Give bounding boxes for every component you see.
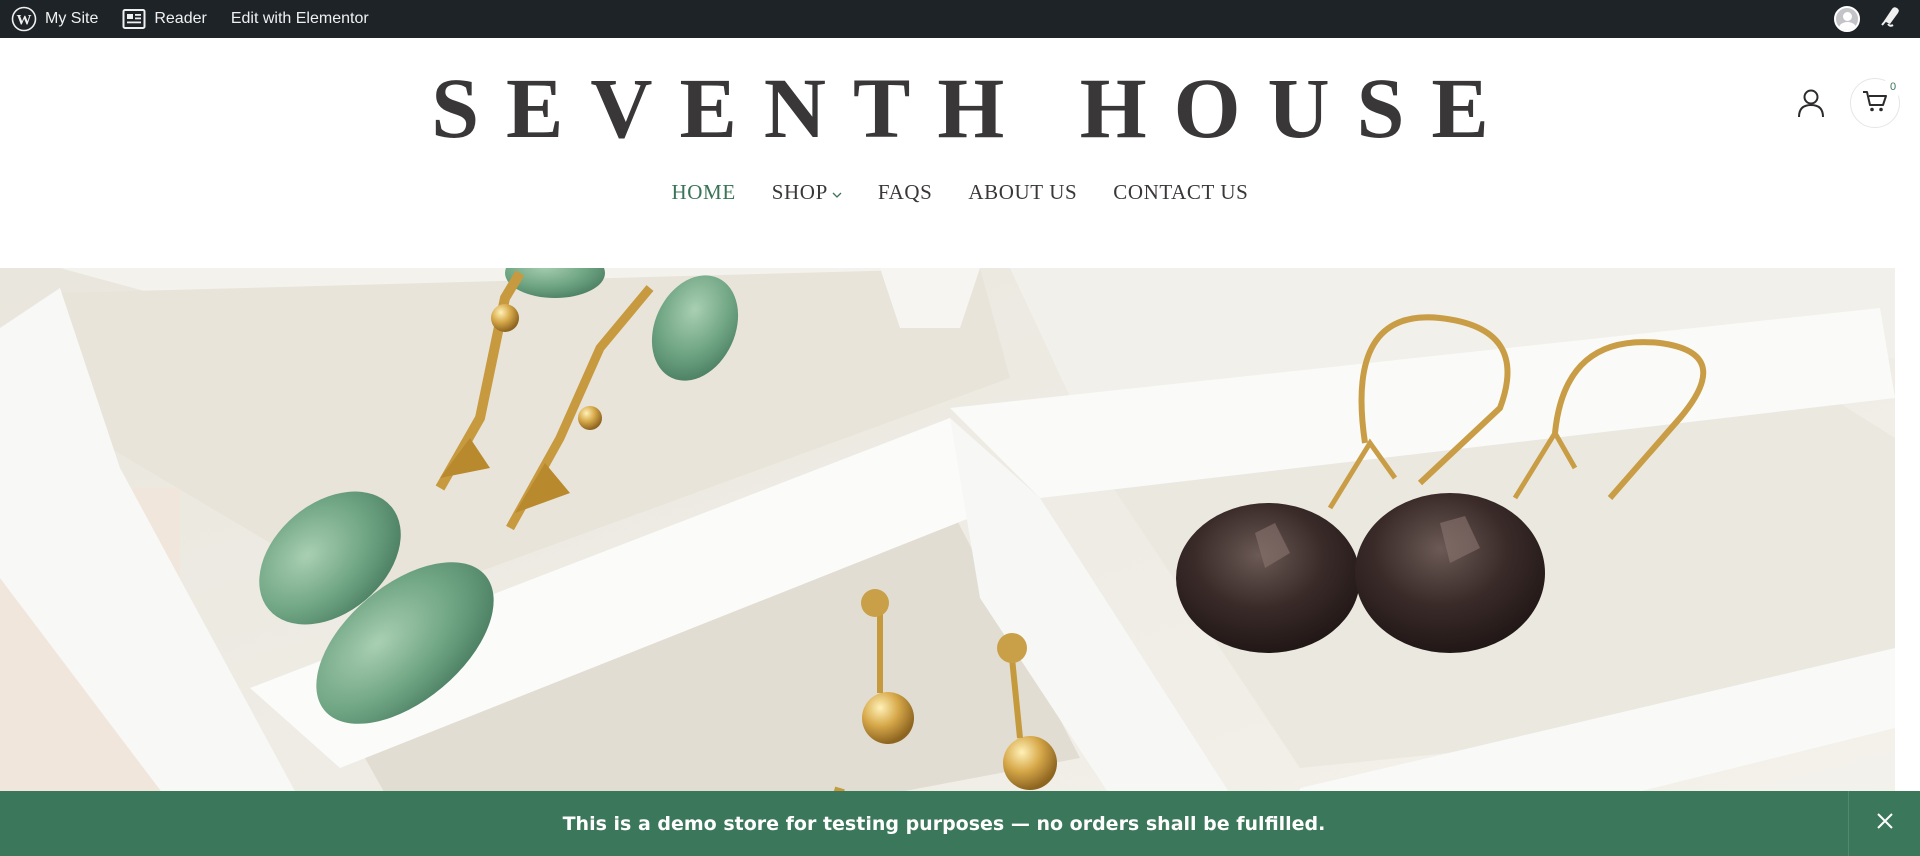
cart-count-badge: 0	[1883, 77, 1903, 97]
cart-button[interactable]: 0	[1850, 77, 1903, 128]
reader-link[interactable]: Reader	[111, 0, 219, 38]
nav-home[interactable]: HOME	[672, 180, 736, 205]
store-notice-text: This is a demo store for testing purpose…	[562, 812, 1326, 835]
reader-icon	[122, 8, 146, 30]
hero-image	[0, 268, 1895, 856]
site-header: SEVENTH HOUSE HOME SHOP FAQS ABOUT US CO…	[0, 38, 1920, 268]
reader-label: Reader	[154, 10, 207, 27]
store-notice: This is a demo store for testing purpose…	[0, 791, 1920, 856]
svg-text:W: W	[17, 13, 32, 29]
main-navigation: HOME SHOP FAQS ABOUT US CONTACT US	[0, 180, 1920, 205]
avatar-icon[interactable]	[1834, 6, 1860, 32]
nav-faqs[interactable]: FAQS	[878, 180, 933, 205]
wordpress-icon: W	[11, 6, 37, 32]
admin-bar: W My Site Reader Edit with Elementor	[0, 0, 1920, 38]
chevron-down-icon	[832, 180, 842, 205]
nav-shop-label: SHOP	[771, 180, 828, 204]
nav-shop[interactable]: SHOP	[772, 180, 842, 205]
header-tools: 0	[1794, 77, 1903, 128]
nav-about-us[interactable]: ABOUT US	[968, 180, 1077, 205]
close-icon	[1876, 812, 1894, 835]
edit-with-elementor-link[interactable]: Edit with Elementor	[220, 0, 382, 38]
dismiss-notice-button[interactable]	[1848, 791, 1920, 856]
site-title[interactable]: SEVENTH HOUSE	[0, 58, 1920, 158]
my-site-label: My Site	[45, 10, 99, 27]
notifications-icon[interactable]	[1878, 5, 1902, 34]
edit-label: Edit with Elementor	[230, 10, 369, 27]
nav-contact-us[interactable]: CONTACT US	[1113, 180, 1248, 205]
account-icon[interactable]	[1794, 86, 1828, 120]
my-site-link[interactable]: W My Site	[0, 0, 111, 38]
